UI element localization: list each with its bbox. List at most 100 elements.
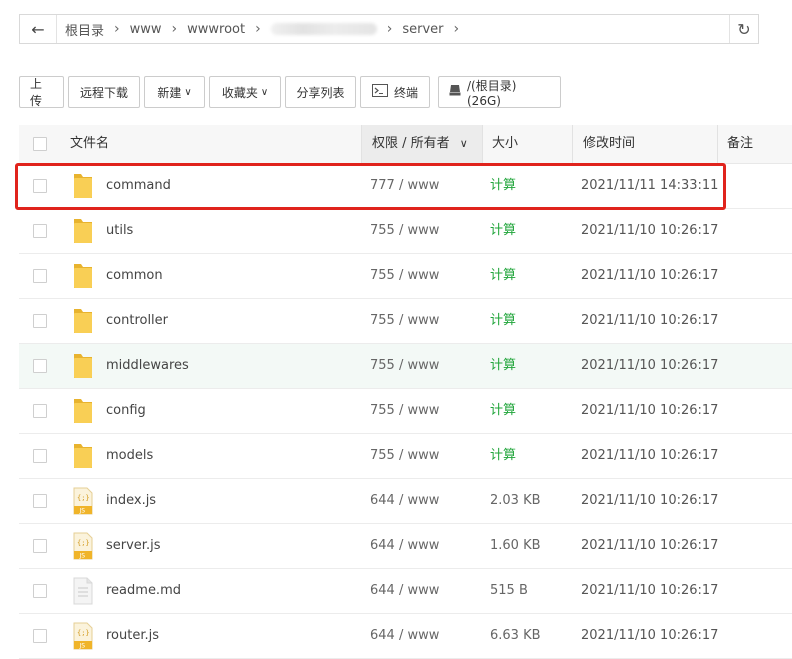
file-mtime: 2021/11/10 10:26:17 [581,538,719,553]
file-mtime: 2021/11/10 10:26:17 [581,223,719,238]
file-permission[interactable]: 777 / www [370,164,439,208]
table-row[interactable]: command 777 / www 计算 2021/11/11 14:33:11 [19,164,792,209]
file-name[interactable]: middlewares [106,344,189,388]
share-list-button[interactable]: 分享列表 [285,76,356,108]
file-name[interactable]: index.js [106,479,156,523]
file-name[interactable]: controller [106,299,168,343]
column-permission-label: 权限 / 所有者 [372,136,450,151]
table-row[interactable]: {;} JS server.js 644 / www 1.60 KB 2021/11/10… [19,524,792,569]
refresh-button[interactable]: ↻ [729,15,758,43]
file-name[interactable]: router.js [106,614,159,658]
folder-icon [71,172,95,200]
terminal-button[interactable]: 终端 [360,76,430,108]
calculate-size-link[interactable]: 计算 [490,254,516,298]
column-note[interactable]: 备注 [727,125,753,163]
file-permission[interactable]: 755 / www [370,254,439,298]
file-name[interactable]: readme.md [106,569,181,613]
table-row[interactable]: {;} JS router.js 644 / www 6.63 KB 2021/11/10… [19,614,792,659]
folder-icon [71,262,95,290]
row-checkbox[interactable] [33,314,47,328]
breadcrumb-root[interactable]: 根目录 [65,20,104,39]
remote-download-label: 远程下载 [79,85,128,100]
upload-button[interactable]: 上传 [19,76,64,108]
js-file-icon: {;} JS [71,622,95,650]
row-checkbox[interactable] [33,584,47,598]
folder-icon [71,397,95,425]
svg-text:{;}: {;} [77,629,90,637]
file-name[interactable]: config [106,389,146,433]
file-name[interactable]: utils [106,209,133,253]
file-permission[interactable]: 644 / www [370,614,439,658]
file-name[interactable]: models [106,434,153,478]
file-permission[interactable]: 755 / www [370,344,439,388]
calculate-size-link[interactable]: 计算 [490,299,516,343]
folder-icon [71,442,95,470]
calculate-size-link[interactable]: 计算 [490,434,516,478]
row-checkbox[interactable] [33,629,47,643]
table-row[interactable]: middlewares 755 / www 计算 2021/11/10 10:26:1… [19,344,792,389]
back-button[interactable]: ← [20,15,57,43]
terminal-icon [371,83,388,101]
svg-text:JS: JS [79,643,86,650]
column-permission[interactable]: 权限 / 所有者 ∨ [361,125,482,163]
file-mtime: 2021/11/11 14:33:11 [581,178,719,193]
table-row[interactable]: models 755 / www 计算 2021/11/10 10:26:17 [19,434,792,479]
disk-button[interactable]: /(根目录) (26G) [438,76,561,108]
table-row[interactable]: readme.md 644 / www 515 B 2021/11/10 10:26:… [19,569,792,614]
file-name[interactable]: command [106,164,171,208]
file-size: 1.60 KB [490,538,541,553]
new-dropdown-button[interactable]: 新建 ∨ [144,76,205,108]
row-checkbox[interactable] [33,269,47,283]
table-row[interactable]: config 755 / www 计算 2021/11/10 10:26:17 [19,389,792,434]
calculate-size-link[interactable]: 计算 [490,344,516,388]
row-checkbox[interactable] [33,494,47,508]
file-permission[interactable]: 755 / www [370,434,439,478]
row-checkbox[interactable] [33,179,47,193]
column-mtime[interactable]: 修改时间 [583,125,635,163]
terminal-label: 终端 [393,85,418,100]
row-checkbox[interactable] [33,404,47,418]
file-table: 文件名 权限 / 所有者 ∨ 大小 修改时间 备注 command 777 / w… [19,125,792,659]
refresh-icon: ↻ [737,19,751,39]
file-permission[interactable]: 755 / www [370,209,439,253]
file-permission[interactable]: 755 / www [370,389,439,433]
file-permission[interactable]: 644 / www [370,569,439,613]
chevron-down-icon: ∨ [459,137,468,150]
toolbar: 上传 远程下载 新建 ∨ 收藏夹 ∨ 分享列表 终端 /(根目录) (26G) [19,76,565,108]
file-mtime: 2021/11/10 10:26:17 [581,403,719,418]
file-size: 515 B [490,583,528,598]
favorites-dropdown-button[interactable]: 收藏夹 ∨ [209,76,281,108]
table-row[interactable]: utils 755 / www 计算 2021/11/10 10:26:17 [19,209,792,254]
row-checkbox[interactable] [33,224,47,238]
select-all-checkbox[interactable] [33,137,47,151]
file-mtime: 2021/11/10 10:26:17 [581,313,719,328]
svg-text:{;}: {;} [77,494,90,502]
breadcrumb-www[interactable]: www [130,22,162,37]
svg-text:JS: JS [79,508,86,515]
js-file-icon: {;} JS [71,487,95,515]
chevron-right-icon: › [255,21,261,37]
breadcrumb-wwwroot[interactable]: wwwroot [187,22,245,37]
chevron-right-icon: › [386,21,393,37]
svg-text:{;}: {;} [77,539,90,547]
row-checkbox[interactable] [33,449,47,463]
table-row[interactable]: common 755 / www 计算 2021/11/10 10:26:17 [19,254,792,299]
breadcrumb-redacted[interactable] [270,23,377,35]
calculate-size-link[interactable]: 计算 [490,209,516,253]
calculate-size-link[interactable]: 计算 [490,389,516,433]
column-size[interactable]: 大小 [492,125,518,163]
file-permission[interactable]: 644 / www [370,479,439,523]
table-row[interactable]: controller 755 / www 计算 2021/11/10 10:26:17 [19,299,792,344]
column-divider [482,125,483,163]
row-checkbox[interactable] [33,539,47,553]
column-name[interactable]: 文件名 [70,125,109,163]
file-name[interactable]: common [106,254,163,298]
table-row[interactable]: {;} JS index.js 644 / www 2.03 KB 2021/11/10 … [19,479,792,524]
breadcrumb-server[interactable]: server [402,22,443,37]
row-checkbox[interactable] [33,359,47,373]
remote-download-button[interactable]: 远程下载 [68,76,140,108]
file-permission[interactable]: 755 / www [370,299,439,343]
file-permission[interactable]: 644 / www [370,524,439,568]
file-name[interactable]: server.js [106,524,160,568]
calculate-size-link[interactable]: 计算 [490,164,516,208]
